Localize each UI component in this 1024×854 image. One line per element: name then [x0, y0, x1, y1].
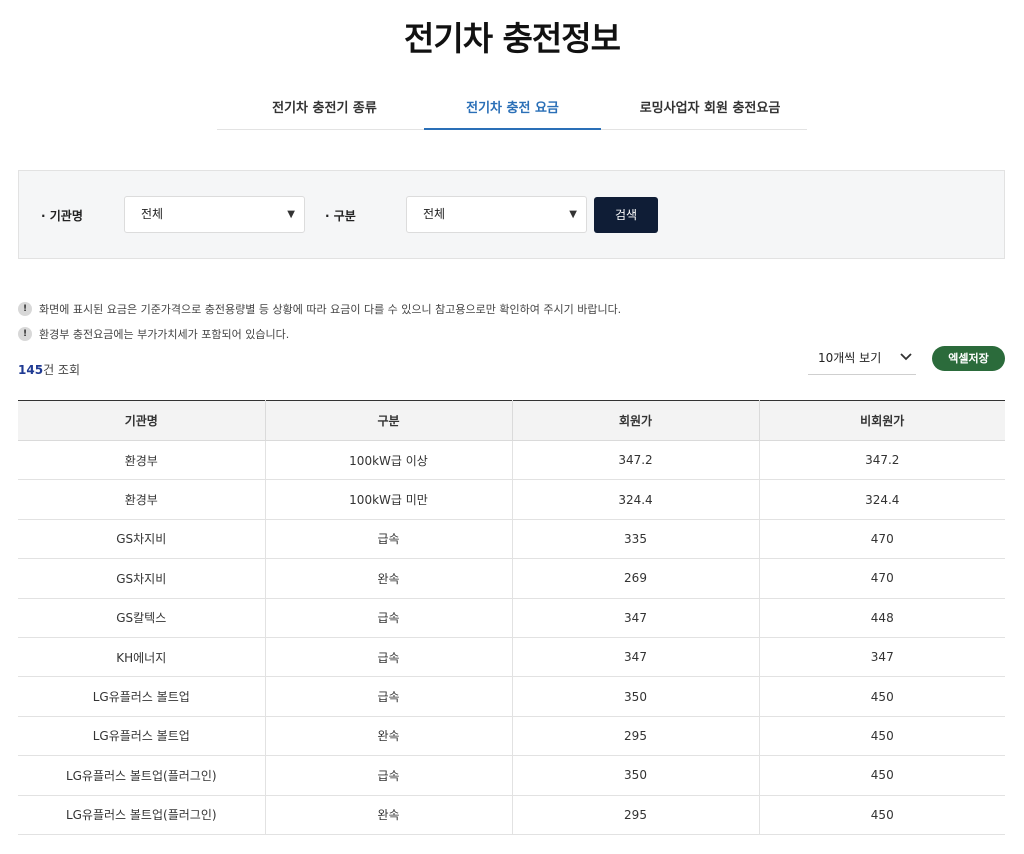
agency-select[interactable]: 전체 ▼	[124, 196, 305, 233]
dropdown-arrow-icon: ▼	[569, 209, 577, 220]
table-header-row: 기관명 구분 회원가 비회원가	[18, 400, 1005, 441]
cell-type: 급속	[264, 676, 512, 717]
table-row: LG유플러스 볼트업 완속 295 450	[18, 716, 1005, 757]
type-select[interactable]: 전체 ▼	[406, 196, 587, 233]
notice-item: ! 환경부 충전요금에는 부가가치세가 포함되어 있습니다.	[18, 326, 289, 342]
cell-member-price: 295	[511, 716, 759, 757]
table-row: 환경부 100kW급 이상 347.2 347.2	[18, 440, 1005, 481]
cell-member-price: 350	[511, 676, 759, 717]
cell-nonmember-price: 450	[758, 795, 1005, 835]
cell-type: 완속	[264, 795, 512, 835]
page-size-value: 10개씩 보기	[818, 351, 882, 365]
agency-select-value: 전체	[141, 207, 164, 221]
column-header-type: 구분	[264, 400, 512, 441]
result-count-suffix: 건 조회	[43, 363, 80, 377]
table-row: LG유플러스 볼트업(플러그인) 완속 295 450	[18, 795, 1005, 835]
cell-agency: GS차지비	[18, 558, 265, 599]
table-row: GS차지비 완속 269 470	[18, 558, 1005, 599]
table-row: 환경부 100kW급 미만 324.4 324.4	[18, 479, 1005, 520]
table-body: 환경부 100kW급 이상 347.2 347.2 환경부 100kW급 미만 324.4 3…	[18, 440, 1005, 835]
exclamation-icon: !	[18, 327, 32, 341]
dropdown-arrow-icon: ▼	[287, 209, 295, 220]
tab-charging-fees[interactable]: 전기차 충전 요금	[424, 90, 601, 130]
page-title: 전기차 충전정보	[403, 19, 621, 58]
search-button[interactable]: 검색	[594, 197, 658, 233]
table-row: KH에너지 급속 347 347	[18, 637, 1005, 678]
excel-download-button[interactable]: 엑셀저장	[932, 346, 1005, 371]
page-size-select[interactable]: 10개씩 보기	[808, 342, 916, 375]
cell-member-price: 347.2	[511, 440, 759, 481]
notice-text: 화면에 표시된 요금은 기준가격으로 충전용량별 등 상황에 따라 요금이 다를…	[39, 303, 622, 316]
cell-member-price: 350	[511, 755, 759, 796]
cell-member-price: 335	[511, 519, 759, 560]
tab-charger-types[interactable]: 전기차 충전기 종류	[247, 90, 402, 130]
table-row: GS칼텍스 급속 347 448	[18, 598, 1005, 638]
cell-nonmember-price: 448	[758, 598, 1005, 638]
cell-agency: LG유플러스 볼트업	[18, 676, 265, 717]
cell-member-price: 269	[511, 558, 759, 599]
column-header-member-price: 회원가	[511, 400, 759, 441]
exclamation-icon: !	[18, 302, 32, 316]
cell-agency: GS칼텍스	[18, 598, 265, 638]
cell-nonmember-price: 324.4	[758, 479, 1005, 520]
cell-type: 급속	[264, 755, 512, 796]
column-header-nonmember-price: 비회원가	[758, 400, 1005, 441]
cell-type: 100kW급 미만	[264, 479, 512, 520]
cell-type: 급속	[264, 519, 512, 560]
result-count-number: 145	[18, 363, 44, 377]
search-filter-panel: · 기관명 전체 ▼ · 구분 전체 ▼ 검색	[18, 170, 1005, 259]
cell-agency: 환경부	[18, 440, 265, 481]
cell-nonmember-price: 450	[758, 676, 1005, 717]
chevron-down-icon	[900, 353, 912, 361]
cell-type: 급속	[264, 598, 512, 638]
agency-filter-label: · 기관명	[41, 209, 83, 223]
cell-type: 급속	[264, 637, 512, 678]
cell-type: 완속	[264, 558, 512, 599]
tab-roaming-fees[interactable]: 로밍사업자 회원 충전요금	[625, 90, 795, 130]
notice-item: ! 화면에 표시된 요금은 기준가격으로 충전용량별 등 상황에 따라 요금이 …	[18, 301, 621, 317]
fee-table: 기관명 구분 회원가 비회원가 환경부 100kW급 이상 347.2 347.2 환경…	[18, 400, 1005, 835]
cell-nonmember-price: 470	[758, 558, 1005, 599]
cell-member-price: 347	[511, 637, 759, 678]
notice-text: 환경부 충전요금에는 부가가치세가 포함되어 있습니다.	[39, 328, 290, 341]
cell-agency: LG유플러스 볼트업	[18, 716, 265, 757]
cell-nonmember-price: 347	[758, 637, 1005, 678]
type-filter-label: · 구분	[325, 209, 356, 223]
cell-nonmember-price: 450	[758, 755, 1005, 796]
cell-nonmember-price: 450	[758, 716, 1005, 757]
type-select-value: 전체	[423, 207, 446, 221]
tab-bar: 전기차 충전기 종류 전기차 충전 요금 로밍사업자 회원 충전요금	[217, 90, 807, 130]
cell-member-price: 347	[511, 598, 759, 638]
table-row: LG유플러스 볼트업(플러그인) 급속 350 450	[18, 755, 1005, 796]
cell-agency: GS차지비	[18, 519, 265, 560]
cell-nonmember-price: 470	[758, 519, 1005, 560]
cell-agency: 환경부	[18, 479, 265, 520]
table-row: LG유플러스 볼트업 급속 350 450	[18, 676, 1005, 717]
cell-type: 완속	[264, 716, 512, 757]
cell-member-price: 295	[511, 795, 759, 835]
cell-agency: LG유플러스 볼트업(플러그인)	[18, 755, 265, 796]
cell-agency: LG유플러스 볼트업(플러그인)	[18, 795, 265, 835]
table-row: GS차지비 급속 335 470	[18, 519, 1005, 560]
result-count: 145건 조회	[18, 361, 80, 378]
cell-agency: KH에너지	[18, 637, 265, 678]
cell-nonmember-price: 347.2	[758, 440, 1005, 481]
cell-type: 100kW급 이상	[264, 440, 512, 481]
cell-member-price: 324.4	[511, 479, 759, 520]
column-header-agency: 기관명	[18, 400, 265, 441]
